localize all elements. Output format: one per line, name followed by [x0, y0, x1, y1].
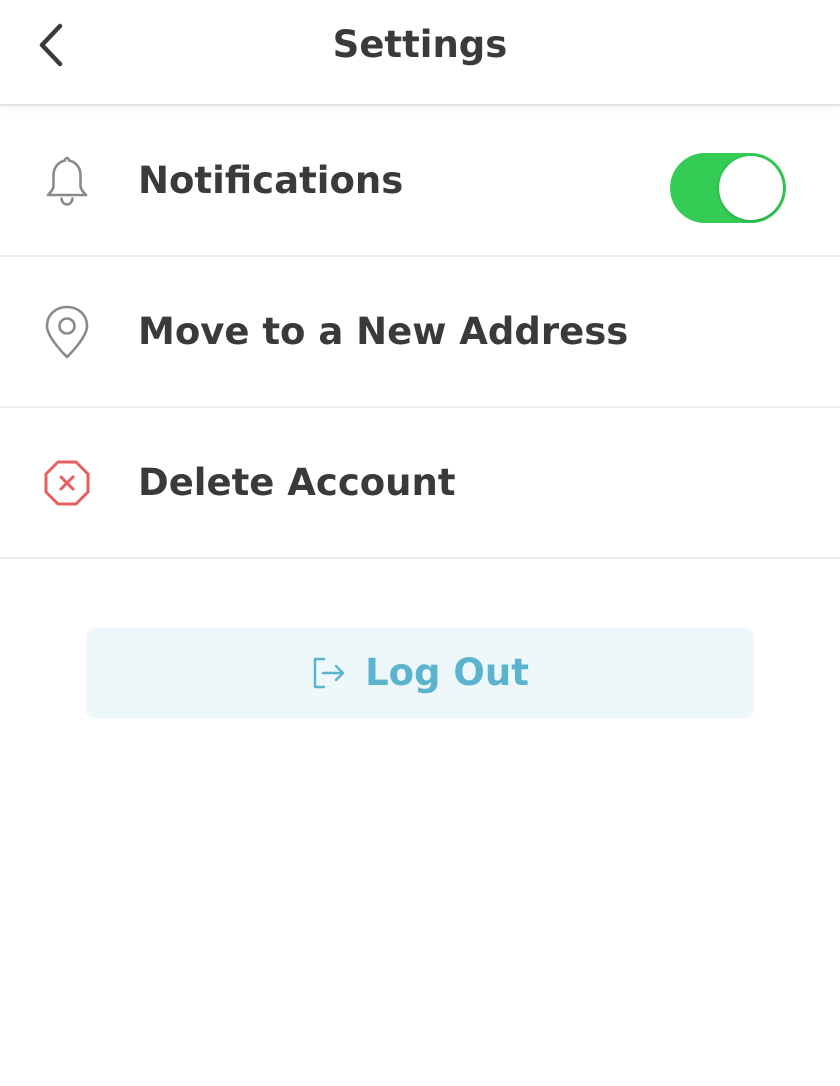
settings-item-notifications[interactable]: Notifications	[0, 106, 840, 257]
settings-list: Notifications Move to a New Address Dele…	[0, 106, 840, 559]
logout-icon	[311, 655, 347, 691]
settings-item-label: Delete Account	[138, 460, 456, 504]
top-bar: Settings	[0, 0, 840, 106]
bell-icon	[40, 154, 94, 208]
settings-item-delete-account[interactable]: Delete Account	[0, 408, 840, 559]
location-pin-icon	[40, 305, 94, 359]
settings-item-label: Notifications	[138, 158, 404, 202]
page-title: Settings	[332, 23, 508, 66]
logout-label: Log Out	[365, 651, 529, 694]
toggle-knob	[719, 156, 783, 220]
delete-octagon-icon	[40, 456, 94, 510]
settings-item-move-address[interactable]: Move to a New Address	[0, 257, 840, 408]
logout-button[interactable]: Log Out	[86, 628, 754, 718]
settings-item-label: Move to a New Address	[138, 309, 629, 353]
notifications-toggle[interactable]	[670, 153, 786, 223]
